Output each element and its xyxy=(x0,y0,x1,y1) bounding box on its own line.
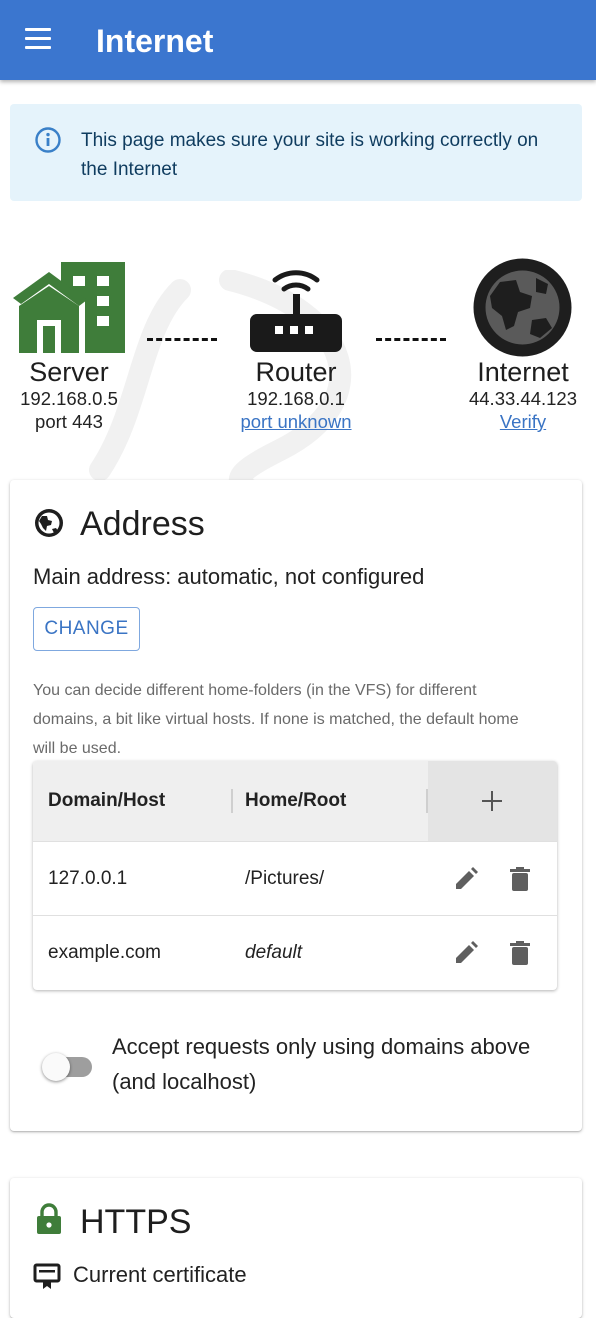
connector-line xyxy=(376,338,446,341)
domains-only-toggle[interactable] xyxy=(42,1050,96,1084)
connector-line xyxy=(147,338,217,341)
column-header-root[interactable]: Home/Root xyxy=(245,789,346,813)
menu-icon[interactable] xyxy=(22,28,54,52)
internet-node: Internet 44.33.44.123 Verify xyxy=(450,357,596,433)
main-address-text: Main address: automatic, not configured xyxy=(33,564,425,589)
domains-table: Domain/Host Home/Root 127.0.0.1 /Picture… xyxy=(33,761,557,990)
server-port: port 443 xyxy=(35,411,103,432)
column-separator xyxy=(231,789,233,813)
address-title: Address xyxy=(80,505,205,543)
https-title: HTTPS xyxy=(80,1203,192,1241)
toggle-thumb xyxy=(42,1053,70,1081)
add-icon xyxy=(482,791,502,811)
root-cell: default xyxy=(245,942,303,963)
delete-icon[interactable] xyxy=(506,865,534,893)
info-icon xyxy=(35,127,61,153)
internet-label: Internet xyxy=(477,357,569,387)
verify-link[interactable]: Verify xyxy=(450,410,596,433)
globe-icon xyxy=(473,258,572,357)
router-port-link[interactable]: port unknown xyxy=(222,410,370,433)
info-text: This page makes sure your site is workin… xyxy=(81,130,539,180)
domain-cell: 127.0.0.1 xyxy=(48,868,128,889)
toggle-label: Accept requests only using domains above… xyxy=(112,1034,531,1094)
edit-icon[interactable] xyxy=(452,865,480,893)
page-title: Internet xyxy=(96,23,214,59)
https-card: HTTPS Current certificate xyxy=(10,1178,582,1318)
info-banner: This page makes sure your site is workin… xyxy=(10,104,582,201)
server-ip: 192.168.0.5 xyxy=(20,388,118,409)
delete-icon[interactable] xyxy=(506,939,534,967)
router-ip: 192.168.0.1 xyxy=(247,388,345,409)
current-certificate-label: Current certificate xyxy=(73,1262,247,1287)
table-row: 127.0.0.1 /Pictures/ xyxy=(33,841,557,916)
server-label: Server xyxy=(29,357,109,387)
root-cell: /Pictures/ xyxy=(245,868,325,889)
table-header: Domain/Host Home/Root xyxy=(33,761,557,841)
help-text: You can decide different home-folders (i… xyxy=(33,682,519,757)
edit-icon[interactable] xyxy=(452,939,480,967)
router-label: Router xyxy=(255,357,337,387)
internet-ip: 44.33.44.123 xyxy=(468,388,578,409)
router-node: Router 192.168.0.1 port unknown xyxy=(222,357,370,433)
add-domain-button[interactable] xyxy=(428,761,557,841)
address-card: Address Main address: automatic, not con… xyxy=(10,480,582,1131)
domain-cell: example.com xyxy=(48,942,161,963)
app-bar: Internet xyxy=(0,0,596,80)
table-row: example.com default xyxy=(33,915,557,990)
certificate-icon xyxy=(33,1263,61,1289)
server-node: Server 192.168.0.5 port 443 xyxy=(0,357,138,433)
server-icon xyxy=(13,262,125,353)
router-icon xyxy=(250,270,342,352)
lock-icon xyxy=(37,1203,61,1234)
public-icon xyxy=(35,509,63,537)
change-button[interactable]: CHANGE xyxy=(33,607,140,651)
column-header-domain[interactable]: Domain/Host xyxy=(48,789,165,813)
